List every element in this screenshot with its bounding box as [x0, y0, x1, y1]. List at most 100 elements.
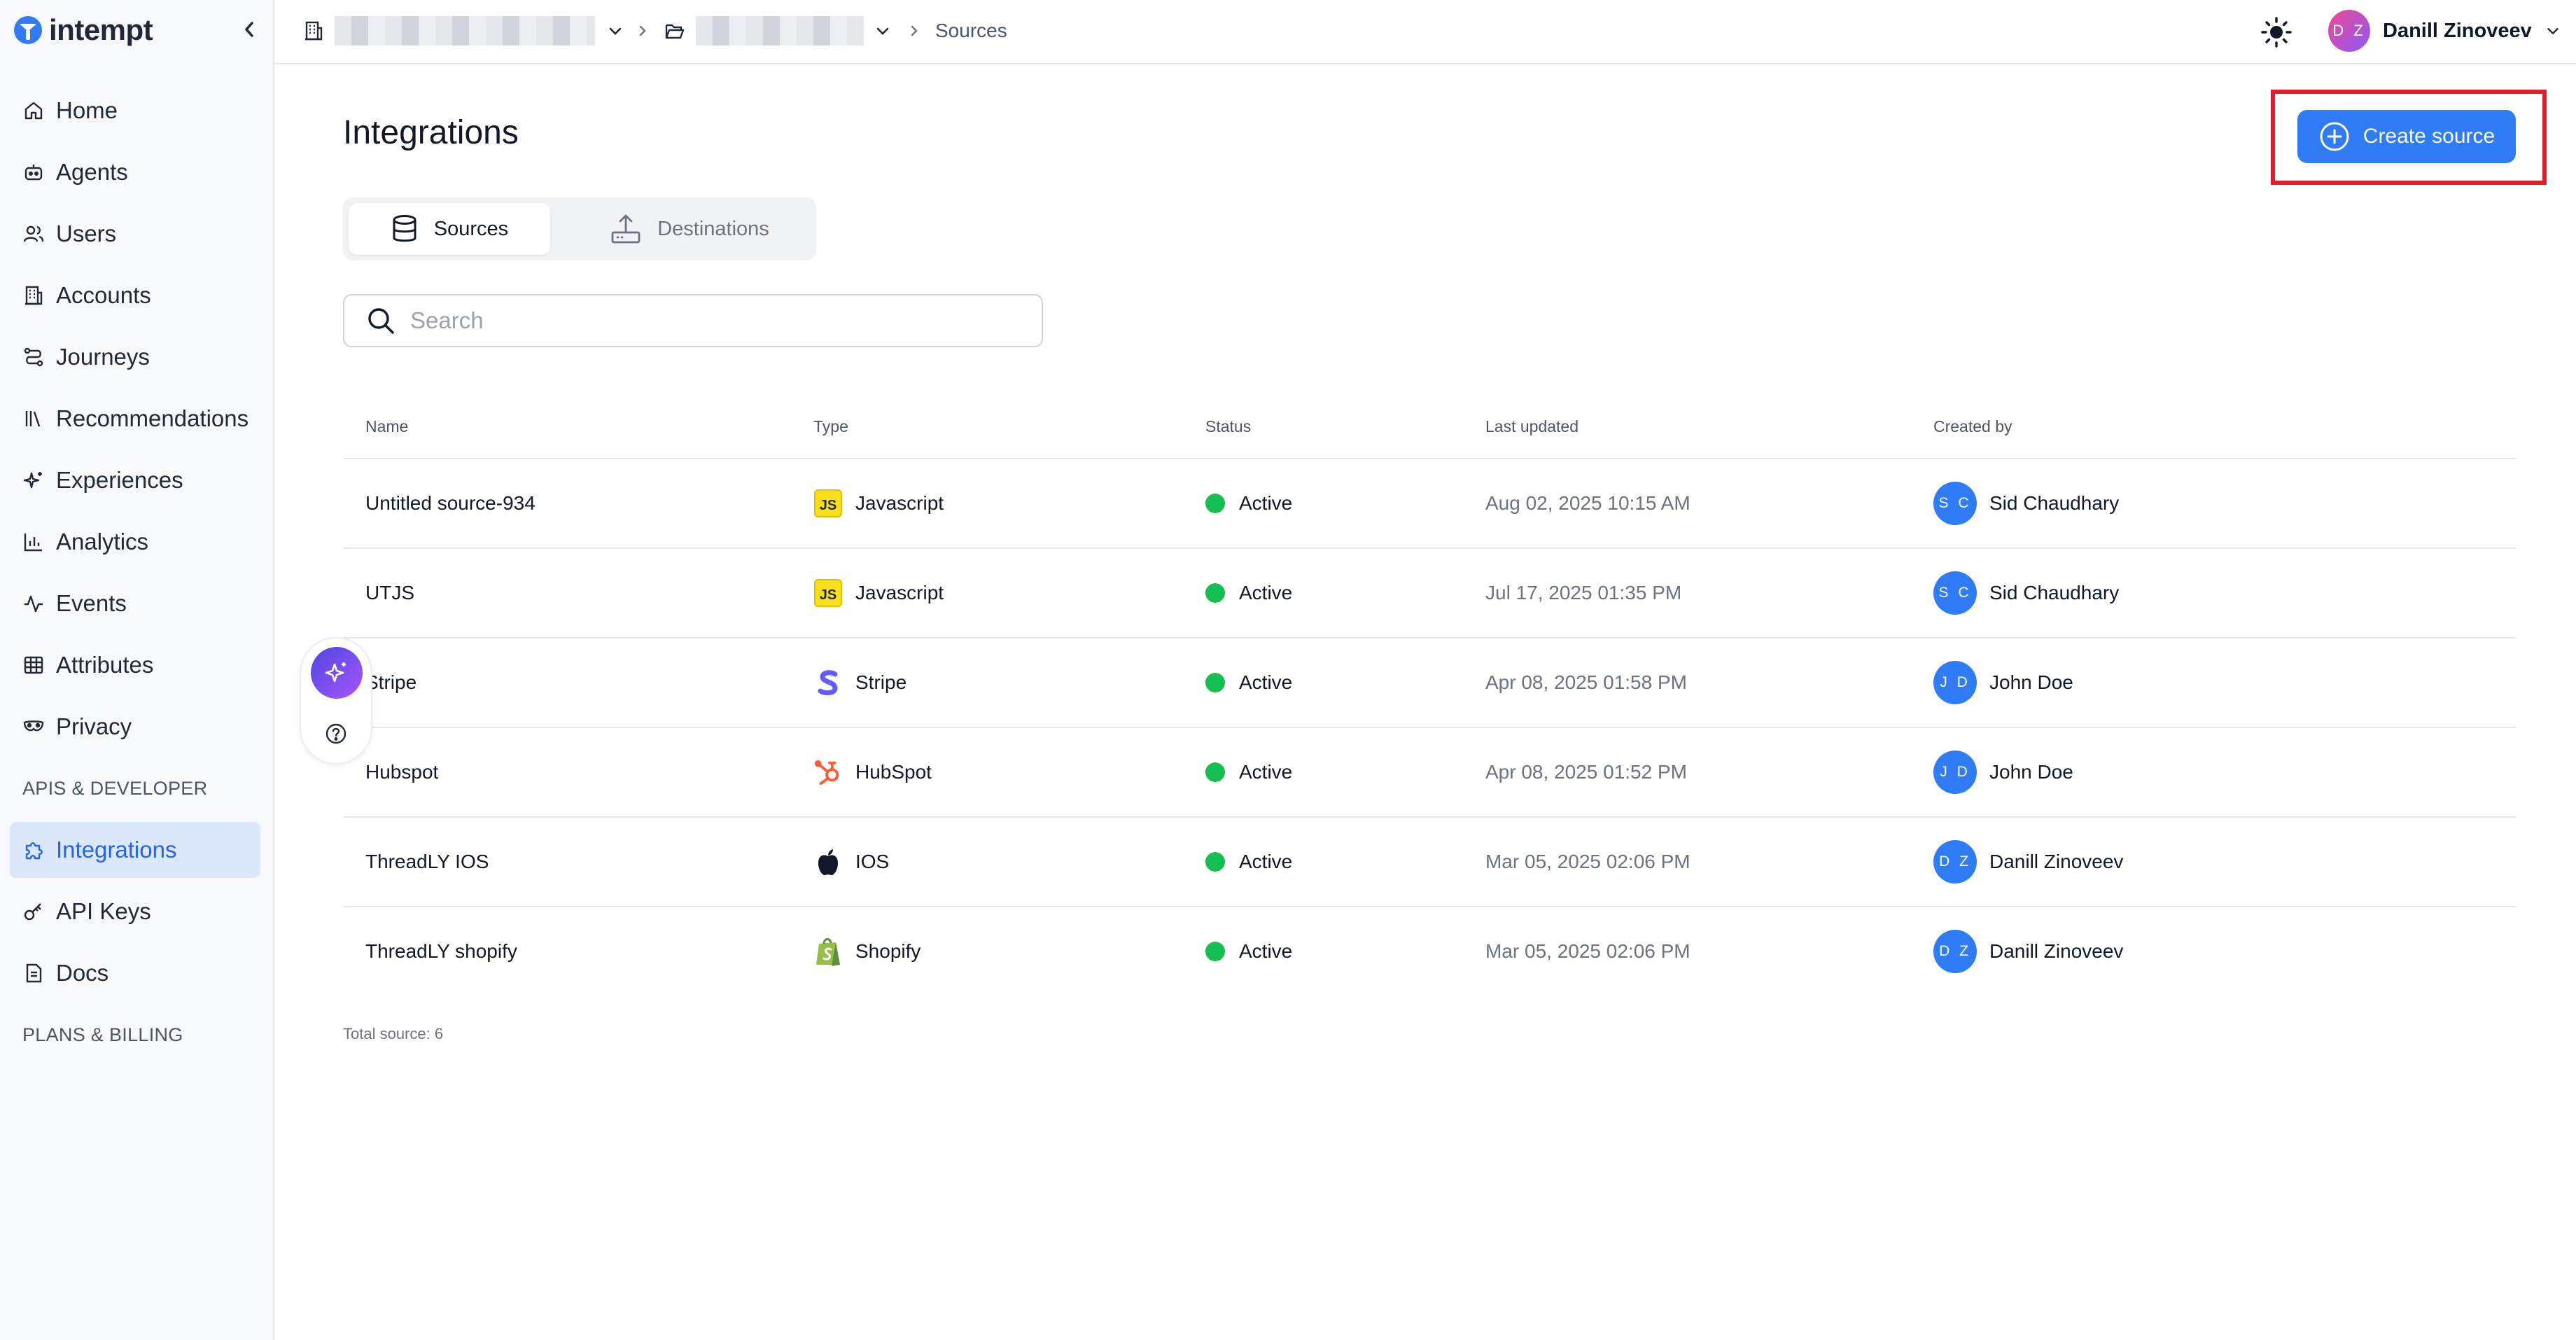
- type-label: Javascript: [855, 492, 944, 514]
- sidebar-item-recommendations[interactable]: Recommendations: [10, 391, 260, 447]
- help-button[interactable]: [322, 720, 350, 748]
- tab-destinations[interactable]: Destinations: [574, 203, 805, 255]
- source-name[interactable]: ThreadLY shopify: [365, 907, 517, 996]
- creator-name: John Doe: [1989, 761, 2073, 783]
- avatar: J D: [1933, 751, 1977, 794]
- help-circle-icon: [326, 723, 346, 744]
- source-status: Active: [1205, 638, 1292, 727]
- page-title: Integrations: [343, 114, 519, 151]
- column-header-name[interactable]: Name: [365, 417, 408, 436]
- table-row[interactable]: Stripe Stripe Active Apr 08, 2025 01:58 …: [343, 638, 2516, 728]
- sidebar-item-label: Journeys: [56, 344, 150, 370]
- avatar: D Z: [2328, 10, 2370, 52]
- table-row[interactable]: ThreadLY IOS IOS Active Mar 05, 2025 02:…: [343, 818, 2516, 907]
- sidebar-item-journeys[interactable]: Journeys: [10, 329, 260, 385]
- search-icon: [368, 308, 394, 334]
- sidebar-item-privacy[interactable]: Privacy: [10, 699, 260, 755]
- source-type: Shopify: [813, 907, 920, 996]
- source-name[interactable]: Hubspot: [365, 728, 438, 816]
- mask-icon: [23, 720, 44, 732]
- chevron-left-icon: [245, 22, 253, 37]
- status-active-dot: [1205, 494, 1225, 513]
- breadcrumb-org[interactable]: [302, 0, 624, 62]
- creator-name: Sid Chaudhary: [1989, 492, 2120, 514]
- tab-sources[interactable]: Sources: [349, 203, 550, 255]
- source-type: IOS: [813, 818, 889, 906]
- create-source-button[interactable]: Create source: [2297, 110, 2516, 163]
- file-icon: [26, 963, 42, 983]
- sidebar-item-label: Home: [56, 97, 118, 123]
- table-row[interactable]: Hubspot HubSpot Active Apr 08, 2025 01:5…: [343, 728, 2516, 818]
- table-row[interactable]: ThreadLY shopify Shopify Active Mar 05, …: [343, 907, 2516, 997]
- last-updated: Mar 05, 2025 02:06 PM: [1485, 851, 1690, 872]
- status-label: Active: [1239, 582, 1293, 603]
- column-header-last-updated[interactable]: Last updated: [1485, 417, 1578, 436]
- status-label: Active: [1239, 492, 1293, 514]
- sidebar-item-attributes[interactable]: Attributes: [10, 637, 260, 693]
- column-header-type[interactable]: Type: [813, 417, 848, 436]
- table-row[interactable]: Untitled source-934 JS Javascript Active…: [343, 459, 2516, 549]
- sidebar-item-integrations[interactable]: Integrations: [10, 822, 260, 878]
- robot-icon: [24, 165, 43, 181]
- brand-logo[interactable]: intempt: [13, 13, 153, 48]
- plus-circle-icon: [2320, 122, 2349, 151]
- source-status: Active: [1205, 818, 1292, 906]
- breadcrumb-label: Sources: [935, 20, 1007, 41]
- chevron-down-icon: [876, 27, 889, 35]
- source-name[interactable]: ThreadLY IOS: [365, 818, 489, 906]
- sidebar-item-label: Accounts: [56, 282, 151, 308]
- source-type: JS Javascript: [813, 459, 944, 547]
- js-icon: JS: [813, 489, 843, 518]
- chevron-right-icon: [639, 25, 646, 36]
- intempt-logo-icon: [14, 16, 42, 44]
- column-header-created-by[interactable]: Created by: [1933, 417, 2012, 436]
- sidebar-item-agents[interactable]: Agents: [10, 144, 260, 200]
- user-menu[interactable]: D Z Danill Zinoveev: [2328, 10, 2561, 52]
- theme-toggle-button[interactable]: [2260, 15, 2293, 49]
- upload-icon: [611, 214, 640, 244]
- search-box[interactable]: [343, 294, 1043, 347]
- search-input[interactable]: [410, 307, 1012, 334]
- breadcrumb-current: Sources: [935, 0, 1007, 62]
- sidebar-item-events[interactable]: Events: [10, 575, 260, 631]
- sidebar-item-docs[interactable]: Docs: [10, 945, 260, 1001]
- sidebar-item-home[interactable]: Home: [10, 83, 260, 139]
- ai-assistant-button[interactable]: [311, 647, 363, 699]
- status-active-dot: [1205, 942, 1225, 961]
- sidebar-item-label: API Keys: [56, 898, 151, 924]
- user-name: Danill Zinoveev: [2383, 19, 2532, 42]
- source-name[interactable]: Untitled source-934: [365, 459, 536, 547]
- building-icon: [25, 286, 43, 305]
- creator-name: John Doe: [1989, 671, 2073, 693]
- avatar: S C: [1933, 482, 1977, 525]
- library-icon: [25, 411, 41, 427]
- avatar: D Z: [1933, 930, 1977, 973]
- source-status: Active: [1205, 907, 1292, 996]
- source-status: Active: [1205, 549, 1292, 637]
- creator-name: Sid Chaudhary: [1989, 582, 2120, 603]
- shopify-icon: [813, 937, 843, 966]
- source-name[interactable]: UTJS: [365, 549, 414, 637]
- source-name[interactable]: Stripe: [365, 638, 416, 727]
- section-plans-billing[interactable]: PLANS & BILLING: [10, 1007, 260, 1063]
- puzzle-icon: [25, 842, 43, 860]
- sidebar-item-accounts[interactable]: Accounts: [10, 267, 260, 323]
- sidebar-item-api-keys[interactable]: API Keys: [10, 884, 260, 940]
- sidebar-item-analytics[interactable]: Analytics: [10, 514, 260, 570]
- sidebar-item-experiences[interactable]: Experiences: [10, 452, 260, 508]
- tab-label: Destinations: [657, 217, 769, 240]
- status-label: Active: [1239, 940, 1293, 962]
- table-row[interactable]: UTJS JS Javascript Active Jul 17, 2025 0…: [343, 549, 2516, 638]
- type-label: HubSpot: [855, 761, 932, 783]
- status-active-dot: [1205, 583, 1225, 603]
- integration-tabs: Sources Destinations: [343, 197, 816, 260]
- created-by: J D John Doe: [1933, 728, 2073, 816]
- source-type: HubSpot: [813, 728, 932, 816]
- breadcrumb-project[interactable]: [664, 0, 892, 62]
- column-header-status[interactable]: Status: [1205, 417, 1251, 436]
- sidebar-item-users[interactable]: Users: [10, 206, 260, 262]
- top-bar: Sources D Z Danill Zinoveev: [274, 0, 2576, 64]
- collapse-sidebar-button[interactable]: [237, 15, 262, 43]
- main-nav: Home Agents Users Accounts Journeys Reco…: [10, 83, 260, 1068]
- route-icon: [24, 347, 43, 367]
